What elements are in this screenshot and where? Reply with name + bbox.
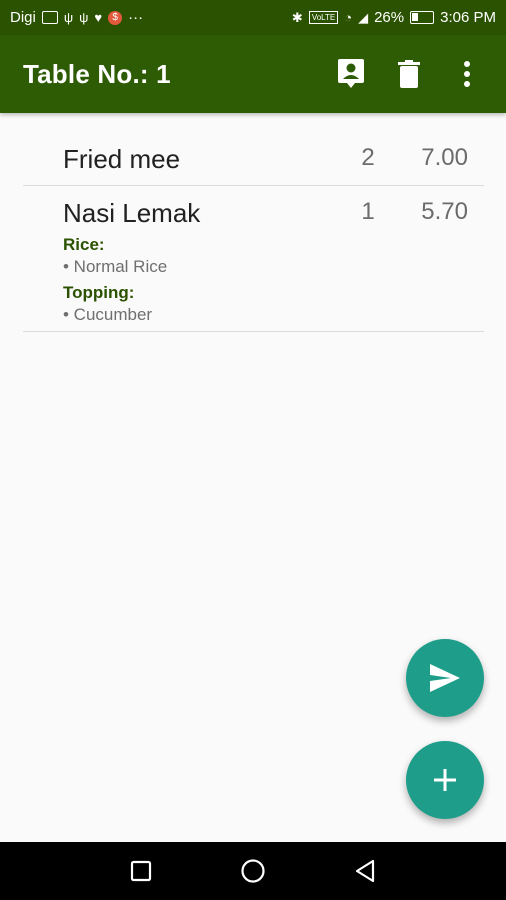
- option-group-label: Rice:: [63, 235, 105, 254]
- wifi-icon: ◔: [344, 10, 353, 25]
- item-name: Fried mee: [63, 144, 181, 174]
- signal-icon: ◢: [358, 10, 369, 25]
- back-icon: [355, 859, 375, 883]
- battery-percent: 26%: [374, 9, 405, 26]
- more-options-button[interactable]: [438, 45, 496, 103]
- option-value: • Normal Rice: [63, 257, 168, 276]
- system-nav-bar: [0, 842, 506, 900]
- item-price: 5.70: [421, 198, 468, 225]
- option-group-label: Topping:: [63, 283, 135, 302]
- home-button[interactable]: [236, 854, 270, 888]
- order-row[interactable]: Nasi Lemak 1 5.70 Rice: • Normal Rice To…: [23, 186, 484, 332]
- order-row[interactable]: Fried mee 2 7.00: [23, 130, 484, 186]
- usb-icon: ψ: [79, 10, 89, 25]
- option-value: • Cucumber: [63, 305, 153, 324]
- recents-button[interactable]: [124, 854, 158, 888]
- volte-badge: VoLTE: [308, 11, 339, 24]
- bluetooth-icon: ✱: [291, 10, 303, 25]
- home-icon: [241, 859, 265, 883]
- status-bar: Digi ψ ψ ♥ $ ··· ✱ VoLTE ◔ ◢ 26% 3:06 PM: [0, 0, 506, 35]
- battery-icon: [410, 11, 435, 24]
- contact-icon: [338, 59, 364, 88]
- more-vert-icon: [464, 61, 470, 87]
- add-item-button[interactable]: [406, 741, 484, 819]
- app-bar: Table No.: 1: [0, 35, 506, 113]
- heart-icon: ♥: [94, 10, 103, 25]
- item-name: Nasi Lemak: [63, 198, 201, 228]
- clock: 3:06 PM: [440, 9, 496, 26]
- delete-icon: [398, 60, 420, 88]
- item-quantity: 1: [361, 198, 375, 225]
- send-order-button[interactable]: [406, 639, 484, 717]
- item-quantity: 2: [361, 144, 375, 171]
- page-title: Table No.: 1: [23, 58, 171, 89]
- delete-button[interactable]: [380, 45, 438, 103]
- add-icon: [434, 769, 456, 791]
- item-price: 7.00: [421, 144, 468, 171]
- notification-icon: [41, 11, 58, 24]
- usb-icon: ψ: [63, 10, 74, 25]
- back-button[interactable]: [348, 854, 382, 888]
- contact-button[interactable]: [322, 45, 380, 103]
- more-notifications: ···: [128, 9, 144, 26]
- order-list: Fried mee 2 7.00 Nasi Lemak 1 5.70 Rice:…: [23, 130, 484, 332]
- notification-icon: $: [108, 10, 123, 25]
- carrier-label: Digi: [10, 9, 36, 26]
- send-icon: [430, 664, 460, 692]
- recents-icon: [130, 860, 152, 882]
